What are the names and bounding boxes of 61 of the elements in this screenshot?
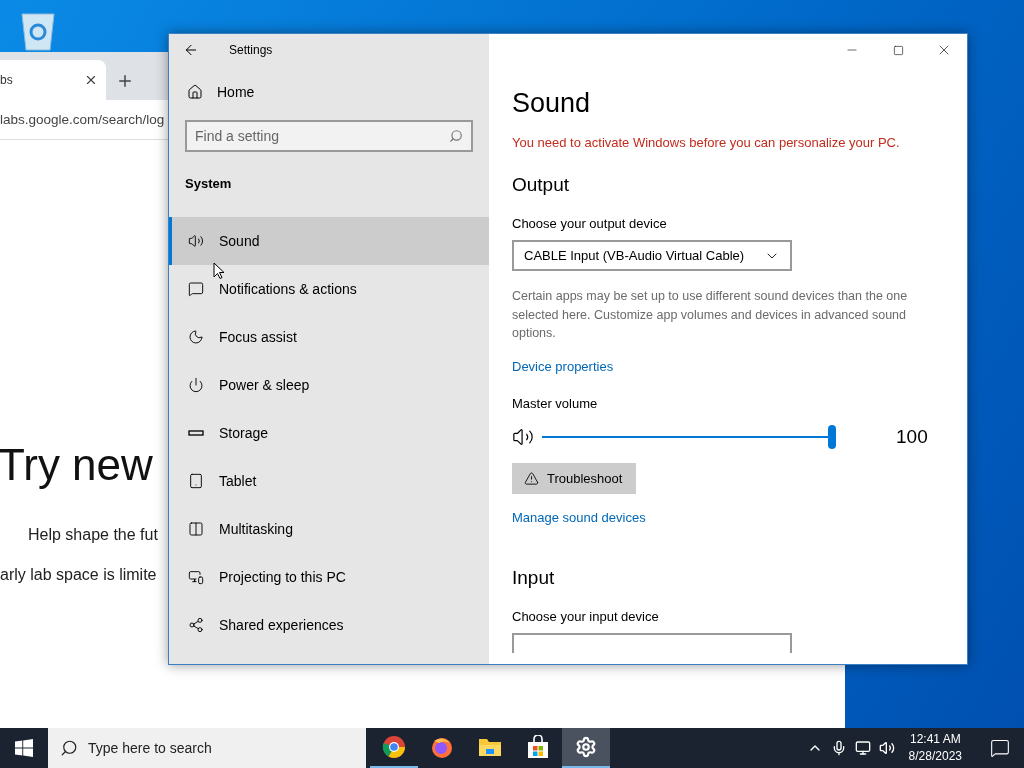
nav-item[interactable]: Focus assist [169, 313, 489, 361]
device-properties-link[interactable]: Device properties [512, 358, 614, 374]
field-label: Choose your input device [512, 608, 659, 624]
speaker-icon[interactable] [878, 740, 895, 756]
taskbar-app-button[interactable] [562, 728, 610, 768]
troubleshoot-button[interactable]: Troubleshoot [512, 462, 637, 494]
back-icon[interactable] [183, 42, 199, 58]
manage-devices-link[interactable]: Manage sound devices [512, 509, 646, 525]
monitor-icon [188, 569, 204, 585]
cursor-icon [213, 262, 225, 280]
nav-item[interactable]: Storage [169, 409, 489, 457]
nav-item[interactable]: Notifications & actions [169, 265, 489, 313]
tablet-icon [188, 473, 204, 489]
browser-tab[interactable]: bs [0, 60, 106, 100]
moon-icon [188, 329, 204, 345]
window-title: Settings [229, 43, 273, 57]
volume-slider[interactable] [542, 424, 836, 449]
home-link[interactable]: Home [217, 84, 255, 100]
speech-bubble-icon [188, 281, 204, 297]
home-icon [187, 84, 203, 100]
network-icon[interactable] [854, 740, 871, 756]
notification-icon[interactable] [990, 738, 1010, 758]
clock[interactable]: 12:41 AM 8/28/2023 [902, 731, 968, 765]
speaker-icon [188, 233, 204, 249]
input-device-dropdown[interactable] [512, 632, 792, 653]
help-text: Certain apps may be set up to use different sound devices than the one selected here. Customize app volumes and devices in advanced sound options. [512, 288, 909, 342]
section-heading: Output [512, 174, 570, 196]
nav-item[interactable]: Projecting to this PC [169, 553, 489, 601]
volume-reading: 100 [896, 425, 928, 448]
search-field[interactable]: Find a setting [185, 120, 473, 152]
new-tab-icon[interactable] [116, 72, 134, 90]
output-device-dropdown[interactable]: CABLE Input (VB-Audio Virtual Cable) [512, 240, 792, 271]
section-heading: System [184, 175, 233, 193]
share-icon [188, 617, 204, 633]
windows-logo [15, 739, 33, 757]
windows-icon [188, 521, 204, 537]
page-title: Sound [512, 88, 591, 119]
shopping-bag-icon [527, 735, 549, 759]
power-icon [188, 377, 204, 393]
nav-item[interactable]: Tablet [169, 457, 489, 505]
nav-item[interactable]: Shared experiences [169, 601, 489, 649]
page-text: Help shape the fut [28, 526, 158, 544]
field-label: Master volume [512, 395, 598, 411]
close-icon[interactable] [84, 73, 98, 87]
page-text: arly lab space is limite [0, 566, 157, 584]
taskbar-search-field[interactable]: Type here to search [48, 728, 366, 768]
search-icon [60, 739, 78, 757]
chrome-icon [382, 735, 406, 759]
maximize-icon [892, 44, 904, 56]
nav-item[interactable]: Power & sleep [169, 361, 489, 409]
activation-warning: You need to activate Windows before you can personalize your PC. [512, 135, 900, 150]
folder-icon [478, 736, 502, 758]
firefox-icon [430, 735, 454, 759]
settings-icon [575, 736, 597, 758]
section-heading: Input [512, 566, 555, 589]
nav-item[interactable]: Sound [169, 217, 489, 265]
field-label: Choose your output device [512, 216, 667, 231]
search-icon [449, 129, 463, 143]
nav-item[interactable]: Multitasking [169, 505, 489, 553]
warning-icon [524, 470, 539, 486]
address-bar[interactable]: labs.google.com/search/log [0, 112, 165, 127]
